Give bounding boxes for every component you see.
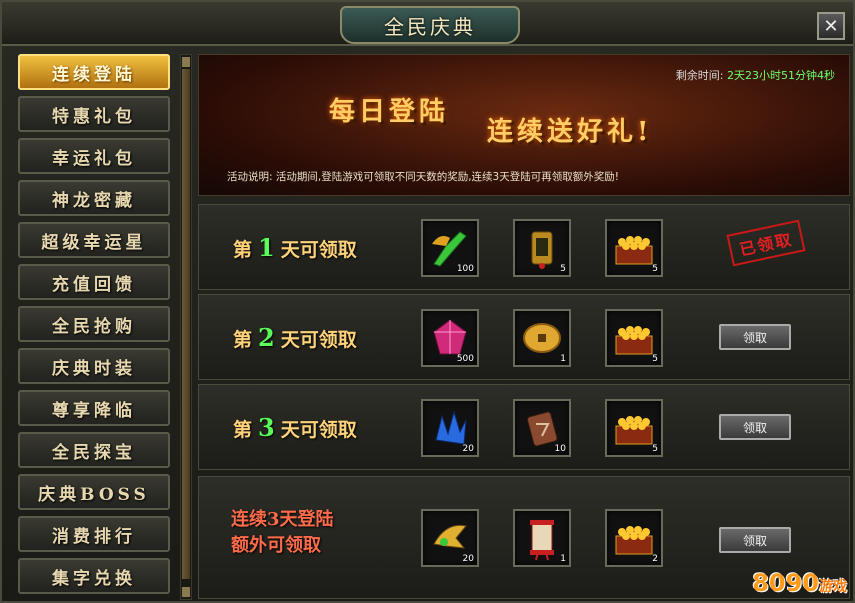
- reward-count: 1: [560, 354, 566, 364]
- reward-slot[interactable]: 20: [421, 509, 479, 567]
- sidebar-item-special-pack[interactable]: 特惠礼包: [18, 96, 170, 132]
- scroll-down-arrow[interactable]: [182, 587, 190, 597]
- close-button[interactable]: ✕: [817, 12, 845, 40]
- reward-row-day-2: 第 2 天可领取 500 1 5 领取: [198, 294, 850, 380]
- sidebar-item-continuous-login[interactable]: 连续登陆: [18, 54, 170, 90]
- reward-count: 500: [456, 354, 474, 364]
- gold-chest-icon: [615, 416, 653, 445]
- sidebar-item-vip-arrival[interactable]: 尊享降临: [18, 390, 170, 426]
- gold-chest-icon: [615, 236, 653, 265]
- day-number: 2: [258, 323, 275, 352]
- reward-slot[interactable]: 5: [513, 219, 571, 277]
- event-description: 活动说明: 活动期间,登陆游戏可领取不同天数的奖励,连续3天登陆可再领取额外奖励…: [227, 171, 619, 183]
- day-label: 第 2 天可领取: [233, 323, 357, 352]
- reward-slot[interactable]: 10: [513, 399, 571, 457]
- remaining-time-value: 2天23小时51分钟4秒: [727, 69, 835, 82]
- reward-slot[interactable]: 5: [605, 219, 663, 277]
- day-number: 3: [258, 413, 275, 442]
- day-suffix: 天可领取: [280, 329, 357, 351]
- window-title: 全民庆典: [340, 6, 520, 44]
- reward-slot[interactable]: 100: [421, 219, 479, 277]
- sidebar-item-spending-rank[interactable]: 消费排行: [18, 516, 170, 552]
- day-prefix: 第: [233, 239, 253, 261]
- bonus-label: 连续3天登陆 额外可领取: [231, 507, 334, 559]
- sidebar-item-word-exchange[interactable]: 集字兑换: [18, 558, 170, 594]
- gold-chest-icon: [615, 526, 653, 555]
- reward-row-day-3: 第 3 天可领取 20 10 5 领取: [198, 384, 850, 470]
- sidebar-item-dragon-treasure[interactable]: 神龙密藏: [18, 180, 170, 216]
- token-icon: [531, 231, 553, 269]
- scroll-up-arrow[interactable]: [182, 57, 190, 67]
- reward-row-day-1: 第 1 天可领取 100 5 5 已领取: [198, 204, 850, 290]
- sidebar-item-lucky-pack[interactable]: 幸运礼包: [18, 138, 170, 174]
- reward-count: 2: [652, 554, 658, 564]
- sidebar-item-celebration-boss[interactable]: 庆典BOSS: [18, 474, 170, 510]
- day-prefix: 第: [233, 329, 253, 351]
- title-bar: 全民庆典 ✕: [2, 2, 853, 46]
- claim-button[interactable]: 领取: [719, 414, 791, 440]
- reward-count: 1: [560, 554, 566, 564]
- site-watermark-logo: 8090游戏: [752, 569, 847, 597]
- reward-count: 20: [462, 444, 474, 454]
- day-number: 1: [258, 233, 275, 262]
- bonus-line-2: 额外可领取: [231, 535, 321, 556]
- claim-button[interactable]: 领取: [719, 527, 791, 553]
- gold-chest-icon: [615, 326, 653, 355]
- reward-slot[interactable]: 5: [605, 399, 663, 457]
- claim-button[interactable]: 领取: [719, 324, 791, 350]
- scroll-icon: [530, 520, 554, 561]
- scroll-thumb[interactable]: [182, 69, 190, 579]
- sidebar-item-recharge-reward[interactable]: 充值回馈: [18, 264, 170, 300]
- sidebar-item-super-lucky-star[interactable]: 超级幸运星: [18, 222, 170, 258]
- day-suffix: 天可领取: [280, 419, 357, 441]
- reward-slot[interactable]: 1: [513, 309, 571, 367]
- reward-slot[interactable]: 20: [421, 399, 479, 457]
- reward-count: 5: [652, 354, 658, 364]
- remaining-time: 剩余时间: 2天23小时51分钟4秒: [676, 67, 835, 83]
- sidebar-item-celebration-fashion[interactable]: 庆典时装: [18, 348, 170, 384]
- day-label: 第 1 天可领取: [233, 233, 357, 262]
- reward-slot[interactable]: 500: [421, 309, 479, 367]
- reward-count: 5: [652, 444, 658, 454]
- day-suffix: 天可领取: [280, 239, 357, 261]
- reward-slot[interactable]: 5: [605, 309, 663, 367]
- watermark-text: 游戏: [819, 579, 847, 595]
- reward-slot[interactable]: 2: [605, 509, 663, 567]
- gold-coin-icon: [523, 323, 561, 353]
- event-window: 全民庆典 ✕ 连续登陆 特惠礼包 幸运礼包 神龙密藏 超级幸运星 充值回馈 全民…: [0, 0, 855, 603]
- bonus-line-1: 连续3天登陆: [231, 509, 334, 530]
- day-prefix: 第: [233, 419, 253, 441]
- reward-slot[interactable]: 1: [513, 509, 571, 567]
- sidebar-item-flash-sale[interactable]: 全民抢购: [18, 306, 170, 342]
- sidebar-scrollbar[interactable]: [180, 54, 192, 600]
- reward-count: 20: [462, 554, 474, 564]
- remaining-time-label: 剩余时间:: [675, 69, 724, 82]
- watermark-number: 8090: [752, 569, 819, 597]
- reward-count: 5: [560, 264, 566, 274]
- banner-title-daily-login: 每日登陆: [329, 97, 450, 127]
- sidebar-item-treasure-hunt[interactable]: 全民探宝: [18, 432, 170, 468]
- event-banner: 剩余时间: 2天23小时51分钟4秒 每日登陆 连续送好礼! 活动说明: 活动期…: [198, 54, 850, 196]
- reward-count: 100: [456, 264, 474, 274]
- reward-count: 10: [554, 444, 566, 454]
- banner-title-gifts: 连续送好礼!: [487, 117, 653, 147]
- claimed-stamp: 已领取: [726, 219, 806, 267]
- sidebar: 连续登陆 特惠礼包 幸运礼包 神龙密藏 超级幸运星 充值回馈 全民抢购 庆典时装…: [14, 52, 174, 600]
- day-label: 第 3 天可领取: [233, 413, 357, 442]
- reward-count: 5: [652, 264, 658, 274]
